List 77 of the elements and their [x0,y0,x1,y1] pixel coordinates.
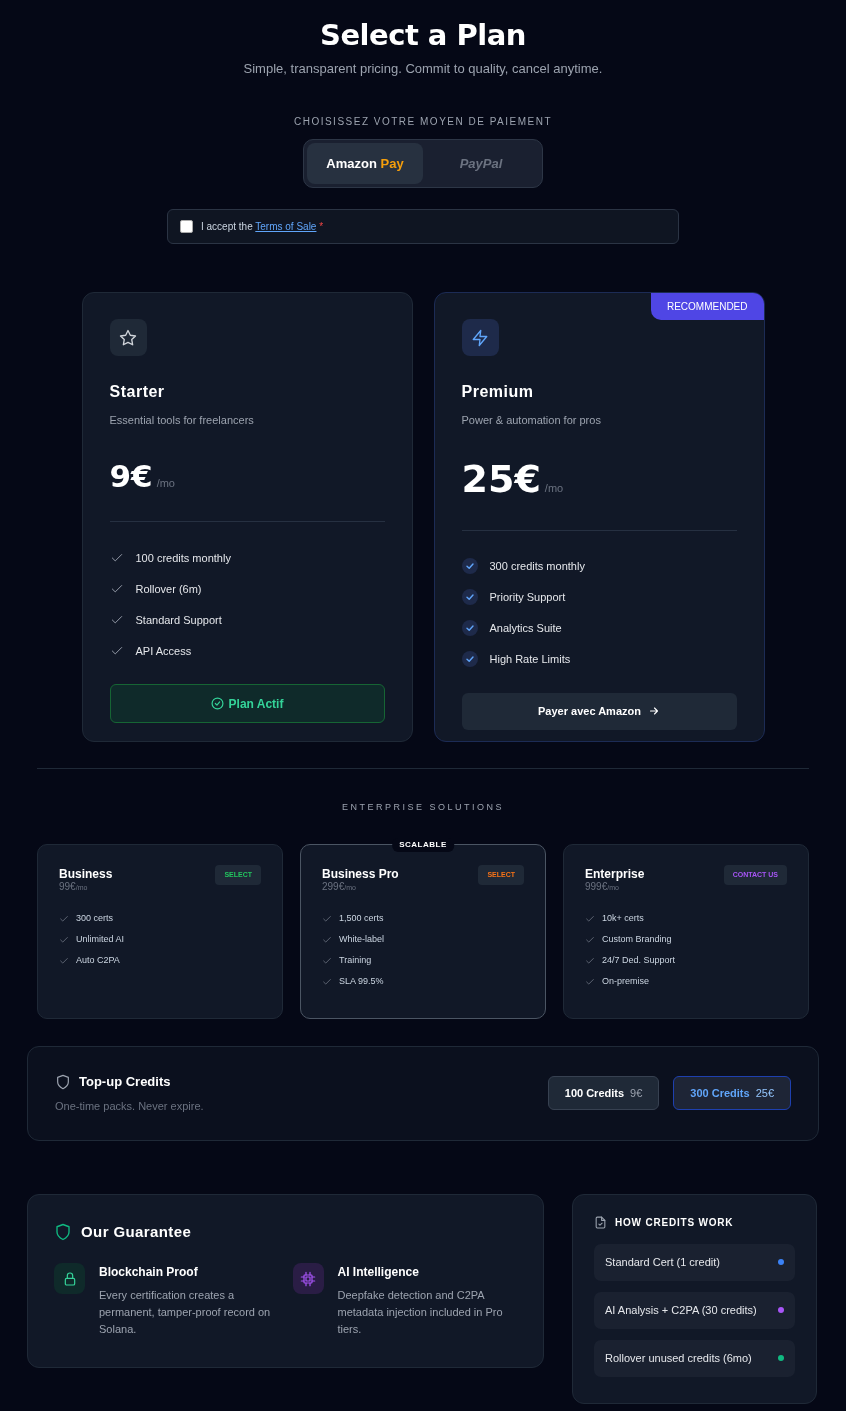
section-heading: ENTERPRISE SOLUTIONS [341,801,505,815]
check-circle-icon [461,589,478,606]
credit-pack-button[interactable]: 300 Credits 25€ [673,1076,791,1111]
feature-text: 1,500 certs [339,912,384,926]
arrow-right-icon [647,705,660,718]
panel-subtitle: One-time packs. Never expire. [55,1098,204,1114]
feature-title: Blockchain Proof [99,1264,199,1282]
panel-title: Top-up Credits [79,1073,171,1092]
price-period: /mo [544,480,564,496]
feature-description: Deepfake detection and C2PA metadata injection included in Pro tiers. [337,1288,504,1338]
credit-rule-text: Standard Cert (1 credit) [605,1255,720,1271]
feature-text: Custom Branding [602,933,672,947]
star-icon [119,328,137,347]
feature-text: 300 credits monthly [489,559,585,575]
check-circle-icon [210,697,224,711]
check-circle-icon [461,558,478,575]
shield-icon [54,1223,72,1242]
price-period: /mo [156,475,175,491]
shield-icon [55,1074,71,1091]
check-circle-icon [461,620,478,637]
tier-name: Enterprise [585,865,645,882]
recommended-badge: RECOMMENDED [650,293,764,321]
feature-text: API Access [135,643,192,659]
panel-title: Our Guarantee [81,1221,192,1242]
check-icon [322,976,332,987]
check-icon [322,955,332,966]
payment-option[interactable]: Amazon Pay [307,143,423,185]
lightning-icon [471,328,489,347]
plan-description: Essential tools for freelancers [109,413,255,429]
feature-text: 10k+ certs [602,912,644,926]
feature-text: High Rate Limits [489,652,571,668]
feature-text: White-label [339,933,385,947]
tier-name: Business [59,865,113,882]
feature-text: Analytics Suite [489,621,562,637]
active-plan-button[interactable]: Plan Actif [109,684,385,724]
feature-text: On-premise [602,975,649,989]
feature-text: Rollover (6m) [135,581,202,597]
feature-description: Every certification creates a permanent, tamper-proof record on Solana. [99,1288,272,1338]
payment-method-label: CHOISISSEZ VOTRE MOYEN DE PAIEMENT [292,115,554,130]
plan-name: Starter [109,382,166,403]
plan-description: Power & automation for pros [461,413,602,429]
plan-name: Premium [461,382,535,403]
feature-text: 24/7 Ded. Support [602,954,676,968]
page-subtitle: Simple, transparent pricing. Commit to quality, cancel anytime. [242,59,604,78]
check-icon [585,955,595,966]
plan-price: 9€ [109,456,153,496]
feature-text: SLA 99.5% [339,975,384,989]
check-icon [322,934,332,945]
tier-name: Business Pro [322,865,399,882]
check-icon [585,976,595,987]
check-icon [59,955,69,966]
check-icon [59,934,69,945]
terms-label: I accept the Terms of Sale * [201,220,324,235]
feature-text: Unlimited AI [76,933,125,947]
plan-price: 25€ [461,455,541,503]
check-icon [322,913,332,924]
check-icon [59,913,69,924]
check-icon [585,913,595,924]
feature-text: Training [339,954,372,968]
terms-checkbox[interactable] [180,220,193,234]
feature-title: AI Intelligence [337,1264,420,1282]
feature-text: 100 credits monthly [135,550,231,566]
feature-text: 300 certs [76,912,114,926]
feature-text: Auto C2PA [76,954,120,968]
credit-rule-text: Rollover unused credits (6mo) [605,1351,752,1367]
feature-text: Standard Support [135,612,222,628]
credit-pack-button[interactable]: 100 Credits 9€ [547,1076,660,1111]
credit-rule-text: AI Analysis + C2PA (30 credits) [605,1303,757,1319]
page-title: Select a Plan [319,18,527,53]
terms-link[interactable]: Terms of Sale [255,221,317,233]
check-icon [585,934,595,945]
document-icon [594,1215,607,1229]
panel-title: HOW CREDITS WORK [615,1215,734,1230]
feature-text: Priority Support [489,590,566,606]
chip-icon [300,1270,316,1287]
pay-button[interactable]: Payer avec Amazon [461,692,737,730]
check-circle-icon [461,651,478,668]
